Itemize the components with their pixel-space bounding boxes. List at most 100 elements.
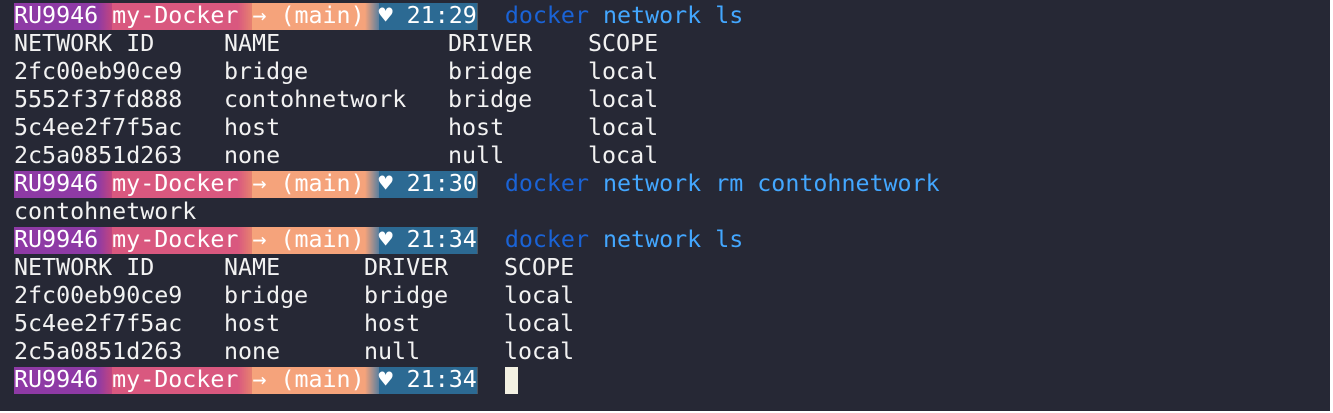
table-cell: 5c4ee2f7f5ac bbox=[14, 114, 183, 141]
table-cell: null bbox=[448, 142, 505, 169]
prompt-line: RU9946 my-Docker → (main) ♥ 21:30 docker… bbox=[14, 170, 1330, 198]
prompt-time: 21:34 bbox=[406, 366, 477, 393]
powerline-separator-icon bbox=[476, 366, 491, 394]
table-row: 2c5a0851d263 none null local bbox=[14, 142, 1330, 170]
table-cell: bridge bbox=[364, 282, 449, 309]
prompt-directory-segment: my-Docker bbox=[112, 2, 239, 30]
table-cell: 2c5a0851d263 bbox=[14, 142, 183, 169]
table-cell: host bbox=[364, 310, 421, 337]
table-cell: 2c5a0851d263 bbox=[14, 338, 183, 365]
heart-icon: ♥ bbox=[378, 2, 393, 29]
table-cell: bridge bbox=[224, 282, 309, 309]
output-text: contohnetwork bbox=[14, 198, 197, 225]
prompt-directory-segment: my-Docker bbox=[112, 226, 239, 254]
command-text: docker network rm contohnetwork bbox=[505, 170, 940, 198]
heart-icon: ♥ bbox=[378, 366, 393, 393]
command-name: docker bbox=[504, 2, 589, 29]
powerline-separator-icon bbox=[98, 2, 113, 30]
prompt-time-segment: ♥ 21:29 bbox=[378, 2, 477, 30]
table-row: 5c4ee2f7f5ac host host local bbox=[14, 310, 1330, 338]
column-header: NETWORK ID bbox=[14, 30, 155, 57]
table-cell: bridge bbox=[224, 58, 309, 85]
terminal-window[interactable]: RU9946 my-Docker → (main) ♥ 21:29 docker… bbox=[0, 0, 1330, 411]
prompt-time-segment: ♥ 21:34 bbox=[378, 366, 477, 394]
table-cell: 2fc00eb90ce9 bbox=[14, 58, 183, 85]
powerline-separator-icon bbox=[238, 170, 253, 198]
prompt-user-segment: RU9946 bbox=[14, 366, 99, 394]
table-cell: local bbox=[588, 86, 659, 113]
powerline-separator-icon bbox=[238, 2, 253, 30]
table-row: 5552f37fd888 contohnetwork bridge local bbox=[14, 86, 1330, 114]
shell-prompt: RU9946 my-Docker → (main) ♥ 21:30 bbox=[14, 170, 491, 198]
command-name: docker bbox=[504, 226, 589, 253]
table-cell: host bbox=[224, 310, 281, 337]
powerline-separator-icon bbox=[364, 366, 379, 394]
powerline-separator-icon bbox=[238, 226, 253, 254]
prompt-line: RU9946 my-Docker → (main) ♥ 21:34 docker… bbox=[14, 226, 1330, 254]
column-header: SCOPE bbox=[588, 30, 659, 57]
table-cell: 5c4ee2f7f5ac bbox=[14, 310, 183, 337]
prompt-git-branch-segment: → (main) bbox=[252, 226, 365, 254]
column-header: DRIVER bbox=[448, 30, 533, 57]
prompt-time: 21:29 bbox=[406, 2, 477, 29]
table-row: 2c5a0851d263 none null local bbox=[14, 338, 1330, 366]
table-cell: local bbox=[588, 142, 659, 169]
table-cell: bridge bbox=[448, 58, 533, 85]
table-header: NETWORK ID NAME DRIVER SCOPE bbox=[14, 30, 1330, 58]
prompt-line: RU9946 my-Docker → (main) ♥ 21:29 docker… bbox=[14, 2, 1330, 30]
table-cell: null bbox=[364, 338, 421, 365]
heart-icon: ♥ bbox=[378, 170, 393, 197]
prompt-git-branch-segment: → (main) bbox=[252, 366, 365, 394]
command-args: network ls bbox=[603, 226, 744, 253]
shell-prompt: RU9946 my-Docker → (main) ♥ 21:34 bbox=[14, 226, 491, 254]
command-args: network ls bbox=[603, 2, 744, 29]
column-header: SCOPE bbox=[504, 254, 575, 281]
prompt-git-branch-segment: → (main) bbox=[252, 2, 365, 30]
table-cell: 5552f37fd888 bbox=[14, 86, 183, 113]
prompt-time: 21:34 bbox=[406, 226, 477, 253]
table-row: 2fc00eb90ce9 bridge bridge local bbox=[14, 58, 1330, 86]
powerline-separator-icon bbox=[364, 2, 379, 30]
column-header: NAME bbox=[224, 254, 281, 281]
column-header: NETWORK ID bbox=[14, 254, 155, 281]
prompt-directory-segment: my-Docker bbox=[112, 170, 239, 198]
table-cell: host bbox=[224, 114, 281, 141]
prompt-time-segment: ♥ 21:30 bbox=[378, 170, 477, 198]
powerline-separator-icon bbox=[98, 366, 113, 394]
table-cell: local bbox=[504, 282, 575, 309]
column-header: NAME bbox=[224, 30, 281, 57]
powerline-separator-icon bbox=[364, 170, 379, 198]
command-name: docker bbox=[504, 170, 589, 197]
table-cell: none bbox=[224, 338, 281, 365]
heart-icon: ♥ bbox=[378, 226, 393, 253]
prompt-user-segment: RU9946 bbox=[14, 226, 99, 254]
shell-prompt: RU9946 my-Docker → (main) ♥ 21:29 bbox=[14, 2, 491, 30]
table-cell: local bbox=[504, 310, 575, 337]
table-cell: local bbox=[504, 338, 575, 365]
shell-prompt: RU9946 my-Docker → (main) ♥ 21:34 bbox=[14, 366, 491, 394]
column-header: DRIVER bbox=[364, 254, 449, 281]
powerline-separator-icon bbox=[476, 170, 491, 198]
powerline-separator-icon bbox=[238, 366, 253, 394]
prompt-git-branch-segment: → (main) bbox=[252, 170, 365, 198]
prompt-user-segment: RU9946 bbox=[14, 170, 99, 198]
table-cell: host bbox=[448, 114, 505, 141]
prompt-line: RU9946 my-Docker → (main) ♥ 21:34 bbox=[14, 366, 1330, 394]
command-output: contohnetwork bbox=[14, 198, 1330, 226]
table-cell: local bbox=[588, 58, 659, 85]
command-args: network rm contohnetwork bbox=[603, 170, 940, 197]
powerline-separator-icon bbox=[476, 226, 491, 254]
powerline-separator-icon bbox=[476, 2, 491, 30]
prompt-directory-segment: my-Docker bbox=[112, 366, 239, 394]
prompt-time-segment: ♥ 21:34 bbox=[378, 226, 477, 254]
prompt-user-segment: RU9946 bbox=[14, 2, 99, 30]
command-text: docker network ls bbox=[505, 226, 743, 254]
table-cell: none bbox=[224, 142, 281, 169]
command-text: docker network ls bbox=[505, 2, 743, 30]
table-cell: 2fc00eb90ce9 bbox=[14, 282, 183, 309]
powerline-separator-icon bbox=[364, 226, 379, 254]
table-cell: local bbox=[588, 114, 659, 141]
table-cell: contohnetwork bbox=[224, 86, 407, 113]
text-cursor[interactable] bbox=[504, 366, 518, 394]
powerline-separator-icon bbox=[98, 170, 113, 198]
